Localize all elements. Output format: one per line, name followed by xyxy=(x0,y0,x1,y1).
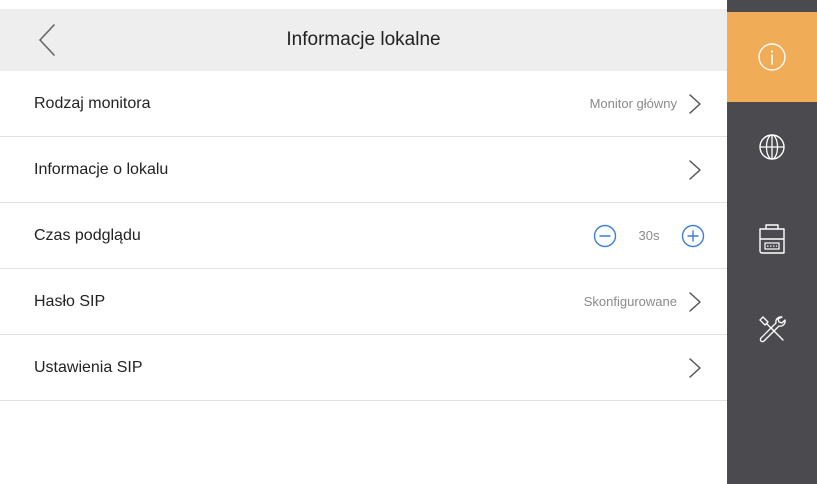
row-label: Czas podglądu xyxy=(34,227,141,244)
sidebar-item-maintenance[interactable] xyxy=(727,284,817,374)
settings-list: Rodzaj monitora Monitor główny Informacj… xyxy=(0,71,727,401)
tools-icon xyxy=(759,316,786,343)
row-label: Ustawienia SIP xyxy=(34,359,143,376)
back-button[interactable] xyxy=(30,22,64,58)
plus-icon[interactable] xyxy=(681,224,705,248)
page-title: Informacje lokalne xyxy=(286,29,441,50)
chevron-left-icon xyxy=(39,24,55,56)
row-value: Monitor główny xyxy=(589,96,677,111)
row-preview-time: Czas podglądu 30s xyxy=(0,203,727,269)
sidebar xyxy=(727,0,817,484)
sidebar-item-info[interactable] xyxy=(727,12,817,102)
main-panel: Informacje lokalne Rodzaj monitora Monit… xyxy=(0,0,727,484)
preview-time-stepper: 30s xyxy=(593,203,705,268)
row-premises-info[interactable]: Informacje o lokalu xyxy=(0,137,727,203)
info-icon xyxy=(758,43,786,71)
chevron-right-icon xyxy=(689,358,701,378)
row-label: Hasło SIP xyxy=(34,293,106,310)
row-label: Informacje o lokalu xyxy=(34,161,169,178)
row-value: Skonfigurowane xyxy=(583,294,677,309)
device-icon xyxy=(759,224,785,254)
sidebar-item-network[interactable] xyxy=(727,102,817,192)
row-monitor-type[interactable]: Rodzaj monitora Monitor główny xyxy=(0,71,727,137)
row-sip-password[interactable]: Hasło SIP Skonfigurowane xyxy=(0,269,727,335)
row-sip-settings[interactable]: Ustawienia SIP xyxy=(0,335,727,401)
chevron-right-icon xyxy=(689,292,701,312)
header-bar: Informacje lokalne xyxy=(0,9,727,71)
minus-icon[interactable] xyxy=(593,224,617,248)
globe-icon xyxy=(759,134,785,160)
row-label: Rodzaj monitora xyxy=(34,95,151,112)
chevron-right-icon xyxy=(689,94,701,114)
preview-time-value: 30s xyxy=(638,228,660,243)
screen: Informacje lokalne Rodzaj monitora Monit… xyxy=(0,0,817,484)
sidebar-item-device[interactable] xyxy=(727,194,817,284)
chevron-right-icon xyxy=(689,160,701,180)
